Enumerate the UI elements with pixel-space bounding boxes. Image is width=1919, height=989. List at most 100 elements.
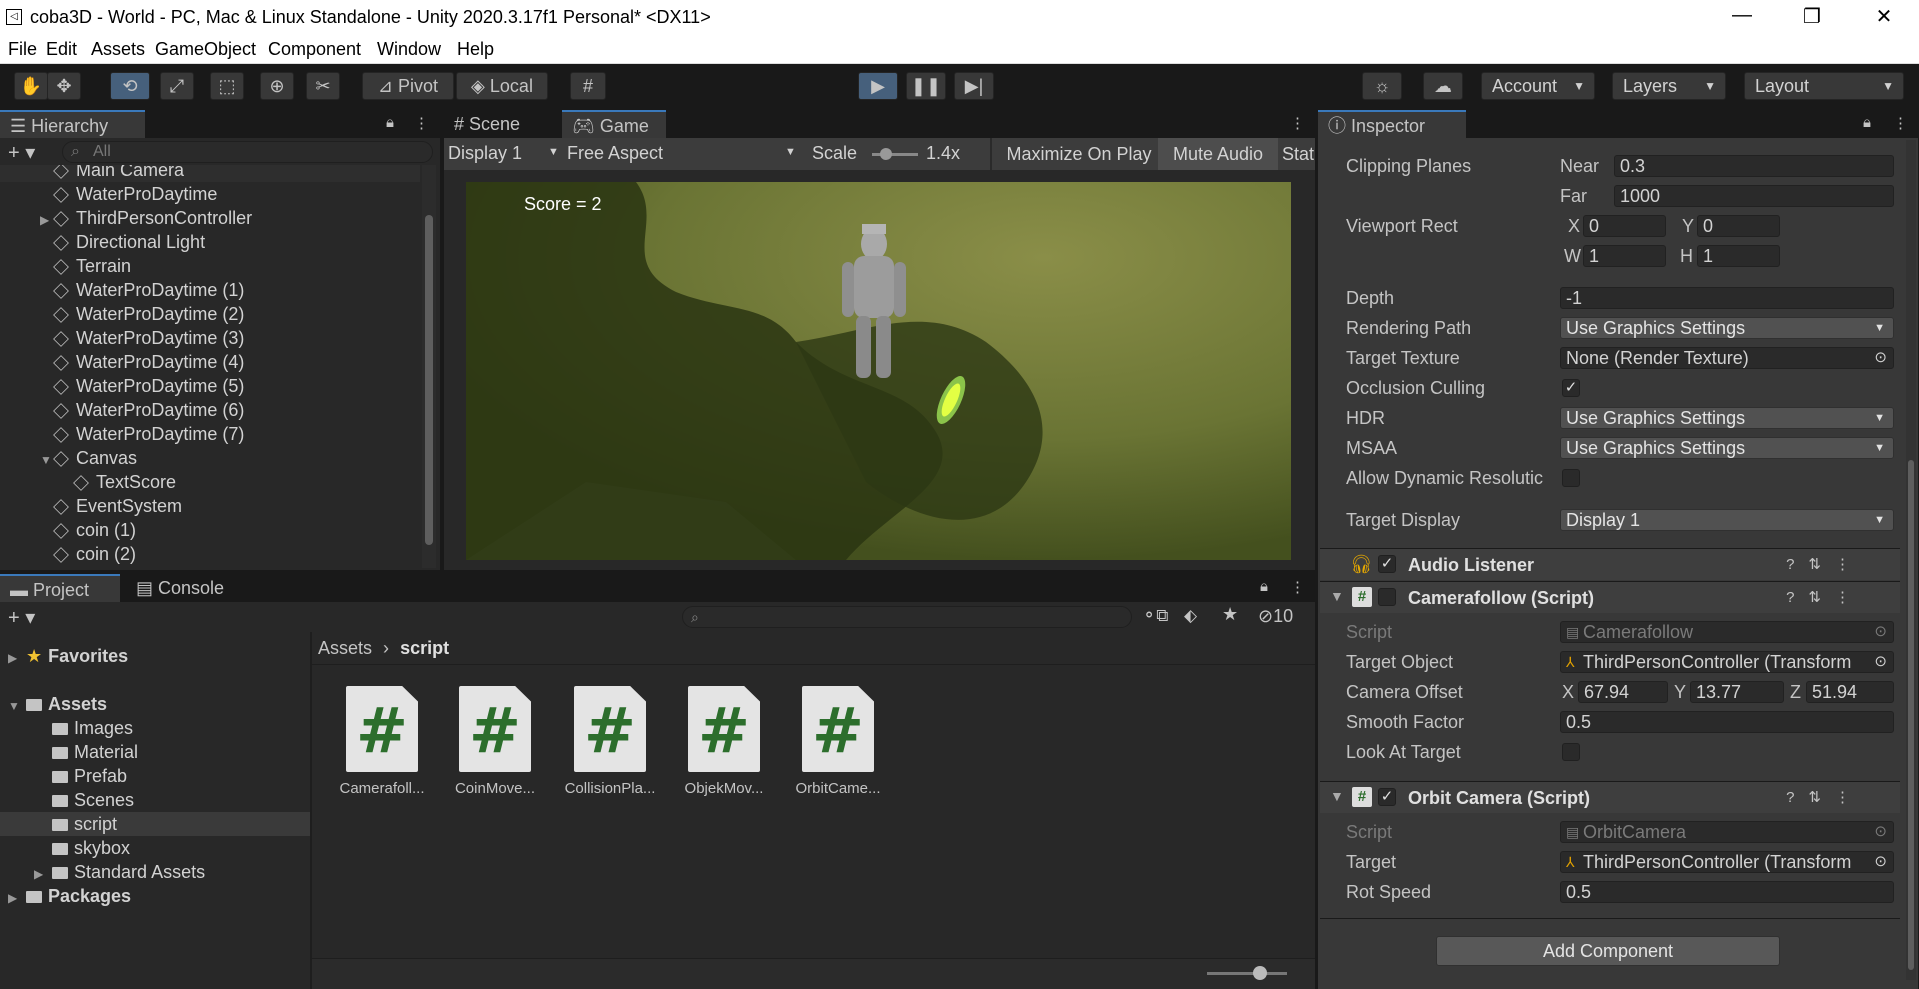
tab-game[interactable]: 🎮︎ Game [562,110,666,138]
breadcrumb-script[interactable]: script [400,638,449,658]
hierarchy-item[interactable]: Main Camera [0,165,420,182]
hidden-packages-toggle[interactable]: ⊘10 [1258,606,1293,627]
hierarchy-item[interactable]: WaterProDaytime [0,182,420,206]
scale-tool-icon[interactable]: ⤢ [160,72,194,100]
viewport-w-field[interactable]: 1 [1583,245,1666,267]
settings-icon[interactable]: ⇅ [1808,589,1835,606]
hierarchy-item[interactable]: WaterProDaytime (3) [0,326,420,350]
project-tree-item[interactable]: Images [0,716,310,740]
expand-arrow-icon[interactable]: ▶ [34,862,48,886]
viewport-y-field[interactable]: 0 [1697,215,1780,237]
hdr-dropdown[interactable]: Use Graphics Settings ▼ [1560,407,1894,429]
far-field[interactable]: 1000 [1614,185,1894,207]
tab-hierarchy[interactable]: ☰ Hierarchy [0,110,145,138]
menu-window[interactable]: Window [377,39,441,60]
camerafollow-header[interactable]: ▼ # Camerafollow (Script) ?⇅⋮ [1320,581,1900,613]
cf-smooth-field[interactable]: 0.5 [1560,711,1894,733]
collab-icon[interactable]: ☼ [1362,72,1402,100]
mute-audio-toggle[interactable]: Mute Audio [1158,138,1278,170]
object-picker-icon[interactable]: ⊙ [1874,348,1887,368]
component-icons[interactable]: ?⇅⋮ [1786,788,1864,806]
project-search-input[interactable]: ⌕ [682,606,1132,628]
audio-listener-header[interactable]: 🎧︎ ✓ Audio Listener ?⇅⋮ [1320,548,1900,580]
occlusion-culling-checkbox[interactable]: ✓ [1562,379,1580,397]
maximize-button[interactable]: ❐ [1792,4,1832,30]
viewport-h-field[interactable]: 1 [1697,245,1780,267]
cf-look-checkbox[interactable] [1562,743,1580,761]
tab-inspector[interactable]: ⓘ Inspector [1318,110,1466,138]
settings-icon[interactable]: ⇅ [1808,789,1835,806]
script-asset[interactable]: # OrbitCame... [783,686,893,797]
kebab-menu-icon[interactable]: ⋮ [414,114,429,132]
offset-x-field[interactable]: 67.94 [1578,681,1668,703]
help-icon[interactable]: ? [1786,589,1808,606]
tab-project[interactable]: ▬ Project [0,574,120,602]
menu-file[interactable]: File [8,39,37,60]
script-asset[interactable]: # CollisionPla... [555,686,665,797]
camerafollow-enabled-checkbox[interactable] [1378,588,1396,606]
hierarchy-item[interactable]: WaterProDaytime (4) [0,350,420,374]
rect-tool-icon[interactable]: ⬚ [210,72,244,100]
slider-handle[interactable] [880,148,892,160]
kebab-menu-icon[interactable]: ⋮ [1893,114,1908,132]
account-dropdown[interactable]: Account ▼ [1481,72,1595,100]
settings-icon[interactable]: ⇅ [1808,556,1835,573]
menu-edit[interactable]: Edit [46,39,77,60]
transform-tool-icon[interactable]: ⊕ [260,72,294,100]
help-icon[interactable]: ? [1786,789,1808,806]
offset-z-field[interactable]: 51.94 [1806,681,1894,703]
hierarchy-item[interactable]: WaterProDaytime (5) [0,374,420,398]
lock-icon[interactable]: 🔒︎ [1260,578,1268,595]
create-asset-button[interactable]: + ▾ [8,605,35,630]
cf-target-field[interactable]: ⅄ ThirdPersonController (Transform ⊙ [1560,651,1894,673]
oc-rot-field[interactable]: 0.5 [1560,881,1894,903]
layers-dropdown[interactable]: Layers ▼ [1612,72,1726,100]
project-tree-item[interactable]: ▼ Assets [0,692,310,716]
expand-arrow-icon[interactable]: ▼ [40,448,54,472]
rotate-tool-icon[interactable]: ⟲ [110,72,150,100]
slider-handle[interactable] [1253,966,1267,980]
help-icon[interactable]: ? [1786,556,1808,573]
game-view[interactable]: Score = 2 [466,182,1291,560]
hierarchy-item[interactable]: WaterProDaytime (7) [0,422,420,446]
chevron-down-icon[interactable]: ▼ [1330,788,1344,804]
target-display-dropdown[interactable]: Display 1 ▼ [1560,509,1894,531]
hierarchy-search-input[interactable]: ⌕ All [62,141,433,163]
display-dropdown[interactable]: Display 1 ▼ [448,143,559,164]
project-tree-item[interactable]: Prefab [0,764,310,788]
favorite-star-icon[interactable]: ★ [1222,604,1238,625]
play-icon[interactable]: ▶ [858,72,898,100]
close-button[interactable]: ✕ [1864,4,1904,30]
script-asset[interactable]: # Camerafoll... [327,686,437,797]
menu-component[interactable]: Component [268,39,361,60]
breadcrumb-assets[interactable]: Assets [318,638,372,658]
project-tree-item[interactable]: ▶ ★ Favorites [0,644,310,668]
hierarchy-item[interactable]: WaterProDaytime (1) [0,278,420,302]
hierarchy-item[interactable]: EventSystem [0,494,420,518]
hierarchy-item[interactable]: coin (1) [0,518,420,542]
scrollbar-thumb[interactable] [425,215,433,545]
dynamic-resolution-checkbox[interactable] [1562,469,1580,487]
add-object-button[interactable]: + ▾ [8,140,48,164]
hierarchy-item[interactable]: ▼ Canvas [0,446,420,470]
layout-dropdown[interactable]: Layout ▼ [1744,72,1904,100]
expand-arrow-icon[interactable]: ▶ [8,646,22,670]
hierarchy-item[interactable]: TextScore [0,470,420,494]
add-component-button[interactable]: Add Component [1436,936,1780,966]
pivot-button[interactable]: ⊿ Pivot [362,72,454,100]
scrollbar-thumb[interactable] [1908,460,1914,970]
expand-arrow-icon[interactable]: ▶ [8,886,22,910]
zoom-slider[interactable] [1207,966,1287,980]
viewport-x-field[interactable]: 0 [1583,215,1666,237]
kebab-menu-icon[interactable]: ⋮ [1835,589,1864,606]
expand-arrow-icon[interactable]: ▶ [40,208,54,232]
menu-assets[interactable]: Assets [91,39,145,60]
grid-snap-icon[interactable]: # [570,72,606,100]
hierarchy-item[interactable]: ▶ ThirdPersonController [0,206,420,230]
oc-target-field[interactable]: ⅄ ThirdPersonController (Transform ⊙ [1560,851,1894,873]
orbit-enabled-checkbox[interactable]: ✓ [1378,788,1396,806]
menu-gameobject[interactable]: GameObject [155,39,256,60]
expand-arrow-icon[interactable]: ▼ [8,694,22,718]
target-texture-field[interactable]: None (Render Texture) ⊙ [1560,347,1894,369]
lock-icon[interactable]: 🔒︎ [386,114,394,131]
